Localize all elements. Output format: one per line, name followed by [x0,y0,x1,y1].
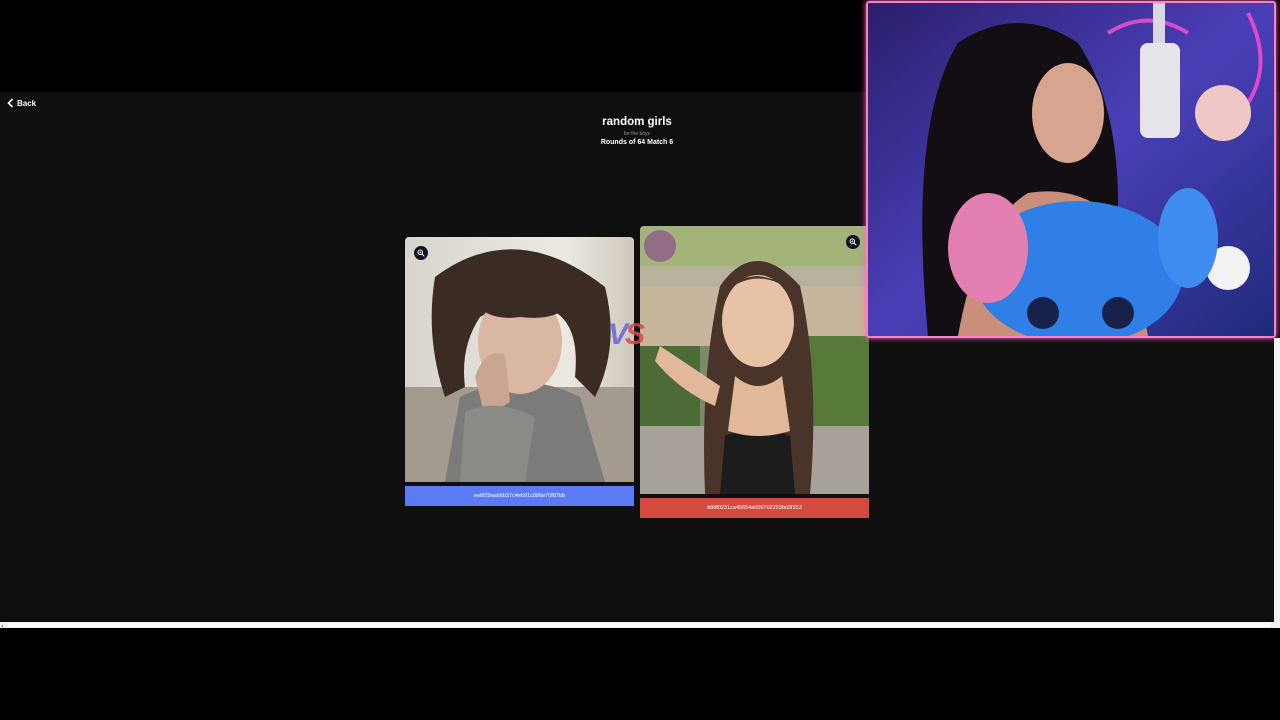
zoom-in-button-left[interactable] [414,246,428,260]
horizontal-scrollbar[interactable]: ◂ [0,622,1280,628]
bracket-header: random girls for the boyz Rounds of 64 M… [537,116,737,148]
scrollbar-thumb[interactable] [8,623,1270,627]
contestant-name-right[interactable]: b8df0231ca45654a000702253bd3f253 [640,498,869,518]
chevron-left-icon [7,98,14,108]
zoom-in-icon [849,238,857,246]
zoom-in-icon [417,249,425,257]
round-info: Rounds of 64 Match 6 [600,139,674,146]
contestant-card-left[interactable]: ee8f29aab6b37c4eb91c086e70f87bb [405,237,634,507]
zoom-in-button-right[interactable] [846,235,860,249]
vertical-scrollbar[interactable] [1274,338,1280,622]
back-label: Back [17,98,37,108]
page-title: random girls [602,116,672,128]
contestant-name-left[interactable]: ee8f29aab6b37c4eb91c086e70f87bb [405,486,634,506]
scroll-left-icon[interactable]: ◂ [1,623,5,628]
page-subtitle: for the boyz [623,131,651,137]
contestant-photo-right[interactable] [640,226,869,494]
contestant-card-right[interactable]: b8df0231ca45654a000702253bd3f253 [640,226,869,518]
contestant-photo-left[interactable] [405,237,634,482]
back-button[interactable]: Back [7,98,36,108]
vs-label: VS [608,318,645,352]
webcam-overlay [866,1,1276,338]
vs-text: VS [608,318,645,351]
